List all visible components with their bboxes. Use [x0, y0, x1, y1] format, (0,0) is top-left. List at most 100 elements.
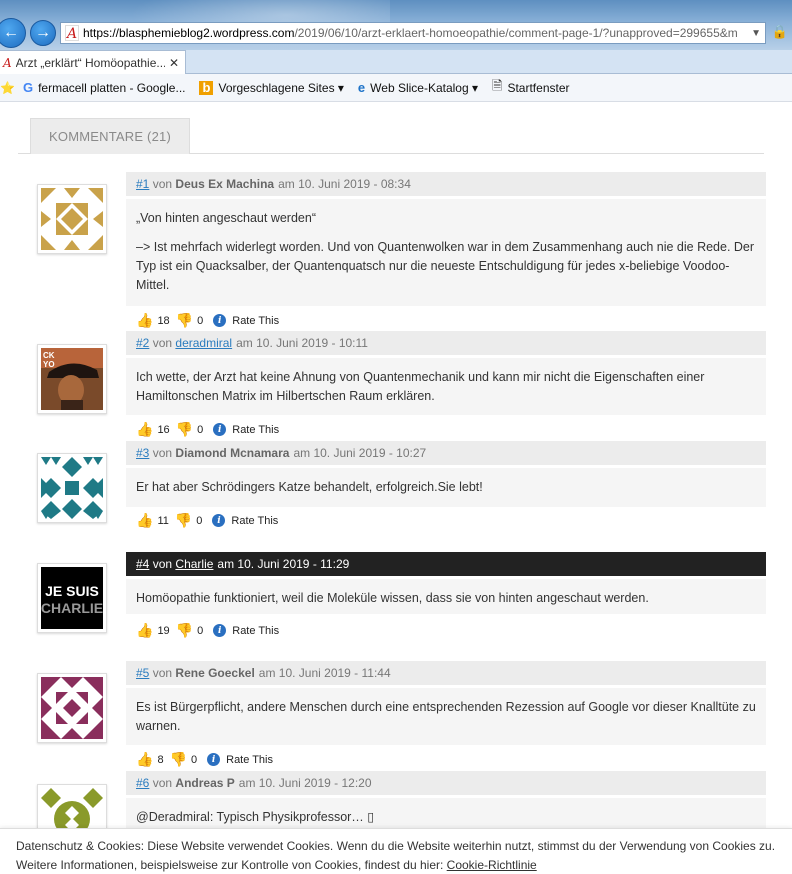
thumbs-down-icon[interactable]: 👎	[176, 622, 193, 639]
back-button[interactable]: ←	[0, 18, 26, 48]
favorite-web-slice[interactable]: e Web Slice-Katalog ▾	[358, 80, 478, 95]
je-suis-charlie-avatar-icon: JE SUIS CHARLIE	[41, 567, 103, 629]
ie-icon: e	[357, 80, 366, 95]
site-favicon-icon: A	[65, 25, 79, 42]
url-path: /2019/06/10/arzt-erklaert-homoeopathie/c…	[294, 26, 738, 40]
comment-permalink[interactable]: #5	[136, 666, 149, 680]
comment-header: #6 von Andreas Pam 10. Juni 2019 - 12:20	[126, 771, 766, 795]
tab-comments[interactable]: KOMMENTARE (21)	[30, 118, 190, 154]
cookie-text-prefix: Weitere Informationen, beispielsweise zu…	[16, 858, 447, 872]
upvote-count: 11	[157, 514, 169, 527]
avatar[interactable]	[37, 673, 107, 743]
svg-text:CK: CK	[43, 351, 55, 360]
forward-button[interactable]: →	[30, 20, 56, 46]
comment-permalink[interactable]: #1	[136, 177, 149, 191]
address-bar[interactable]: A https:// blasphemieblog2.wordpress.com…	[60, 22, 766, 44]
lock-icon[interactable]: 🔒	[772, 24, 788, 40]
comment-header: #5 von Rene Goeckel am 10. Juni 2019 - 11…	[126, 661, 766, 685]
thumbs-down-icon[interactable]: 👎	[170, 751, 187, 768]
favorite-label: Web Slice-Katalog ▾	[370, 80, 479, 95]
rate-this-link[interactable]: Rate This	[226, 754, 273, 766]
cookie-policy-link[interactable]: Cookie-Richtlinie	[447, 858, 537, 872]
avatar[interactable]	[37, 453, 107, 523]
comment-rating: 👍 16 👎 0 i Rate This	[136, 421, 279, 438]
tab-strip: A Arzt „erklärt“ Homöopathie... ✕	[0, 50, 792, 74]
thumbs-down-icon[interactable]: 👎	[176, 421, 193, 438]
tab-close-icon[interactable]: ✕	[169, 56, 179, 70]
rate-this-link[interactable]: Rate This	[232, 625, 279, 637]
comment-paragraph: „Von hinten angeschaut werden“	[136, 211, 316, 225]
address-dropdown-icon[interactable]: ▼	[747, 23, 765, 43]
comment-body: Er hat aber Schrödingers Katze behandelt…	[126, 467, 766, 507]
comment-author: Andreas P	[175, 776, 235, 790]
avatar[interactable]	[37, 184, 107, 254]
rate-this-link[interactable]: Rate This	[232, 424, 279, 436]
comment-permalink[interactable]: #2	[136, 336, 149, 350]
comment-date: am 10. Juni 2019 - 11:44	[258, 666, 391, 680]
comment-paragraph: –> Ist mehrfach widerlegt worden. Und vo…	[136, 240, 755, 292]
comment-author: Deus Ex Machina	[175, 177, 275, 191]
comment-author: Rene Goeckel	[175, 666, 255, 680]
svg-text:CHARLIE: CHARLIE	[41, 600, 103, 616]
thumbs-up-icon[interactable]: 👍	[136, 622, 153, 639]
identicon-avatar-icon	[41, 188, 103, 250]
comment-header: #4 von Charlie am 10. Juni 2019 - 11:29	[126, 552, 766, 576]
comment-rating: 👍 11 👎 0 i Rate This	[136, 512, 278, 529]
info-icon[interactable]: i	[213, 423, 227, 436]
comment-body: Homöopathie funktioniert, weil die Molek…	[126, 578, 766, 614]
thumbs-down-icon[interactable]: 👎	[175, 512, 192, 529]
comment-body: Es ist Bürgerpflicht, andere Menschen du…	[126, 687, 766, 745]
comment-date: am 10. Juni 2019 - 11:29	[217, 557, 350, 571]
favorites-star-icon[interactable]: ⭐	[0, 81, 15, 95]
thumbs-up-icon[interactable]: 👍	[136, 312, 153, 329]
comment-permalink[interactable]: #4	[136, 557, 149, 571]
comment-paragraph: Ich wette, der Arzt hat keine Ahnung von…	[136, 370, 705, 403]
comment-date: am 10. Juni 2019 - 08:34	[278, 177, 411, 191]
info-icon[interactable]: i	[213, 314, 227, 327]
browser-tab-active[interactable]: A Arzt „erklärt“ Homöopathie... ✕	[0, 50, 186, 74]
browser-titlebar: ← → A https:// blasphemieblog2.wordpress…	[0, 0, 792, 50]
comment-permalink[interactable]: #3	[136, 446, 149, 460]
downvote-count: 0	[196, 514, 203, 527]
cookie-banner: Datenschutz & Cookies: Diese Website ver…	[0, 828, 792, 874]
favorite-label: Vorgeschlagene Sites ▾	[218, 80, 344, 95]
thumbs-up-icon[interactable]: 👍	[136, 421, 153, 438]
comment-by: von	[152, 336, 173, 350]
favorite-google[interactable]: Gfermacell platten - Google...	[23, 80, 186, 95]
favorite-start[interactable]: 🗎 Startfenster	[492, 77, 569, 99]
comment-author-link[interactable]: deradmiral	[175, 336, 232, 350]
thumbs-up-icon[interactable]: 👍	[136, 512, 153, 529]
comment-paragraph: @Deradmiral: Typisch Physikprofessor… ▯	[136, 810, 375, 824]
comment-by: von	[152, 557, 173, 571]
info-icon[interactable]: i	[212, 514, 226, 527]
identicon-avatar-icon	[41, 677, 103, 739]
comment-date: am 10. Juni 2019 - 10:27	[293, 446, 427, 460]
identicon-avatar-icon	[41, 457, 103, 519]
info-icon[interactable]: i	[213, 624, 227, 637]
upvote-count: 18	[157, 314, 170, 327]
downvote-count: 0	[197, 624, 204, 637]
comment-by: von	[152, 666, 173, 680]
photo-avatar-icon: CK YO	[41, 348, 103, 410]
info-icon[interactable]: i	[207, 753, 221, 766]
svg-text:YO: YO	[43, 360, 55, 369]
comment-rating: 👍 19 👎 0 i Rate This	[136, 622, 279, 639]
page-icon: 🗎	[492, 77, 503, 93]
upvote-count: 8	[157, 753, 164, 766]
avatar[interactable]: CK YO	[37, 344, 107, 414]
avatar[interactable]: JE SUIS CHARLIE	[37, 563, 107, 633]
upvote-count: 16	[157, 423, 170, 436]
back-arrow-icon: ←	[3, 24, 19, 41]
favorite-suggested-sites[interactable]: b Vorgeschlagene Sites ▾	[199, 80, 344, 95]
thumbs-up-icon[interactable]: 👍	[136, 751, 153, 768]
upvote-count: 19	[157, 624, 170, 637]
url-host: blasphemieblog2.wordpress.com	[119, 26, 295, 40]
favorite-label: Startfenster	[507, 80, 570, 95]
comment-author-link[interactable]: Charlie	[175, 557, 213, 571]
rate-this-link[interactable]: Rate This	[231, 515, 278, 527]
google-icon: G	[22, 80, 34, 95]
thumbs-down-icon[interactable]: 👎	[176, 312, 193, 329]
rate-this-link[interactable]: Rate This	[232, 315, 279, 327]
comment-permalink[interactable]: #6	[136, 776, 149, 790]
comment-by: von	[152, 446, 173, 460]
